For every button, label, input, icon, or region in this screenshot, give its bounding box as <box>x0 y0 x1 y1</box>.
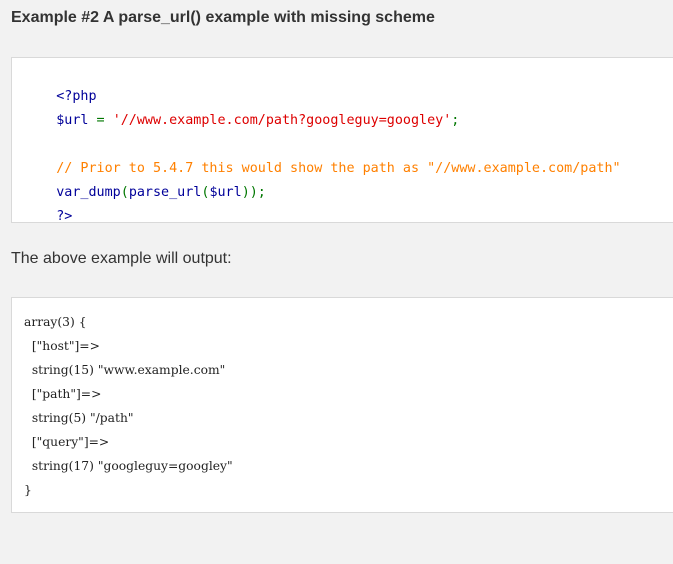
parse-url-function: parse_url <box>128 185 202 200</box>
code-line-close-tag: ?> <box>24 193 72 241</box>
code-line-assignment: $url = '//www.example.com/path?googleguy… <box>24 97 459 145</box>
output-line: ["query"]=> <box>24 435 110 449</box>
example-title: Example #2 A parse_url() example with mi… <box>11 9 435 26</box>
php-close-tag: ?> <box>56 209 73 224</box>
output-line: ["path"]=> <box>24 387 102 401</box>
output-block: array(3) { ["host"]=> string(15) "www.ex… <box>11 297 673 513</box>
url-variable: $url <box>56 113 89 128</box>
output-line: } <box>24 483 32 497</box>
output-line: ["host"]=> <box>24 339 100 353</box>
code-block: <?php $url = '//www.example.com/path?goo… <box>11 57 673 224</box>
open-paren: ( <box>120 185 129 200</box>
output-line: string(15) "www.example.com" <box>24 363 226 377</box>
url-string: '//www.example.com/path?googleguy=google… <box>112 113 452 128</box>
close-parens: )); <box>241 185 266 200</box>
output-line: string(17) "googleguy=googley" <box>24 459 233 473</box>
output-label: The above example will output: <box>11 250 232 267</box>
assign-operator: = <box>88 113 113 128</box>
output-line: string(5) "/path" <box>24 411 134 425</box>
url-variable-arg: $url <box>209 185 242 200</box>
semicolon: ; <box>451 113 460 128</box>
output-line: array(3) { <box>24 315 87 329</box>
